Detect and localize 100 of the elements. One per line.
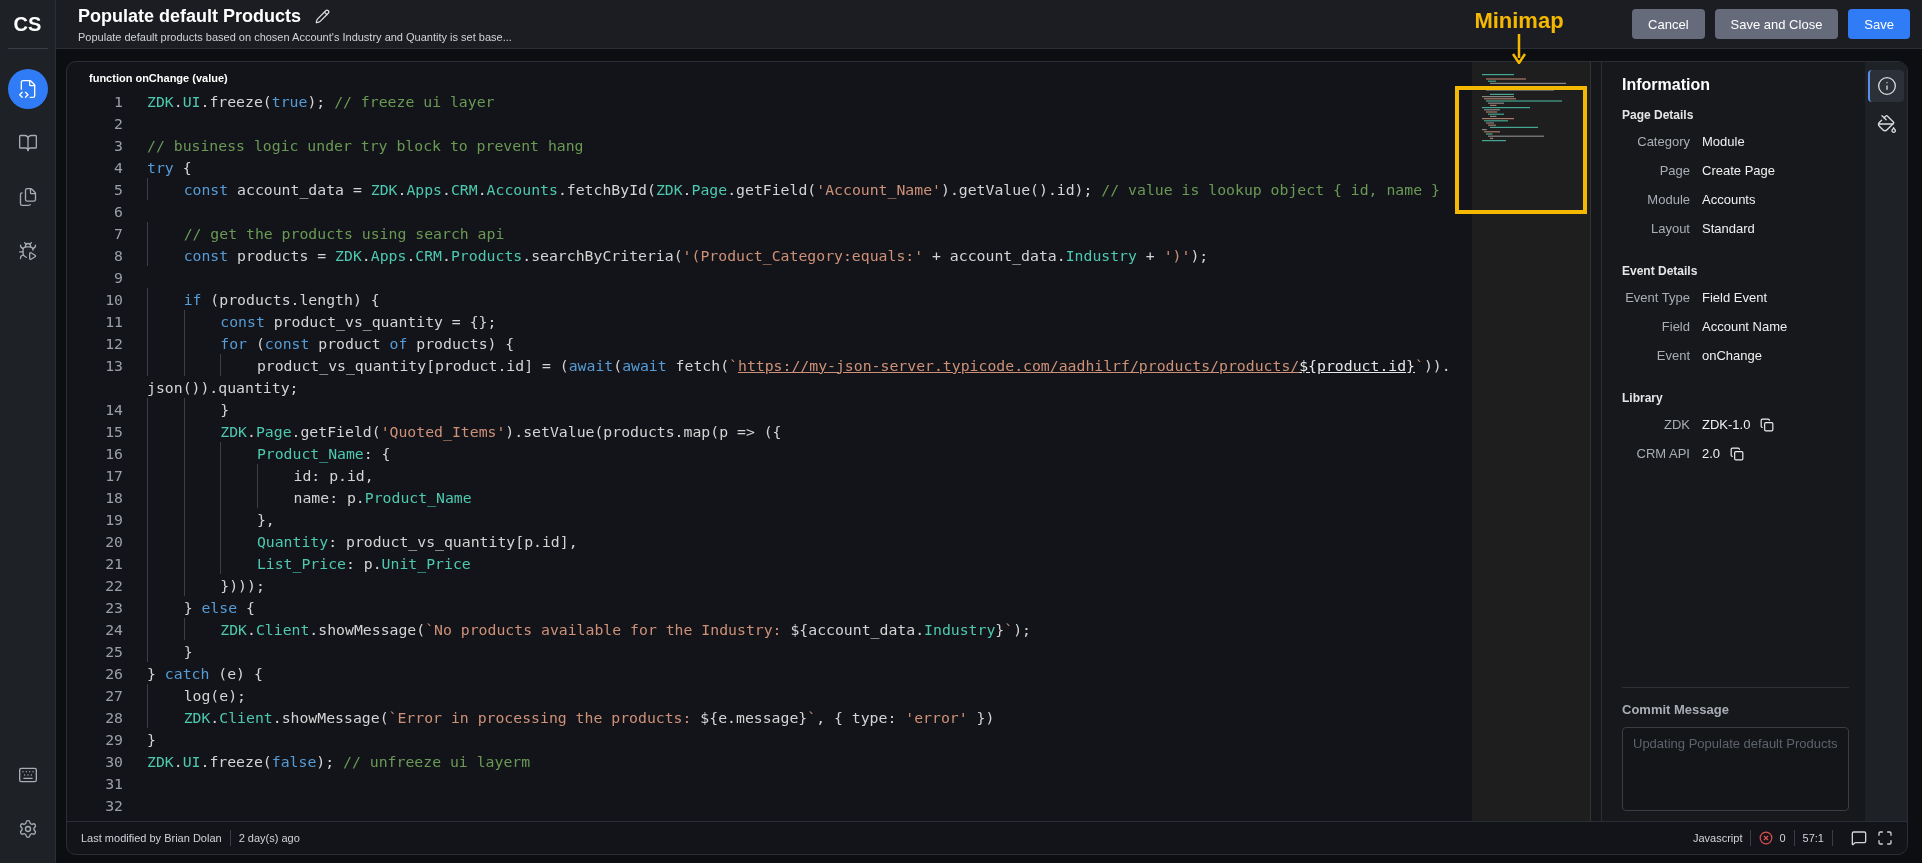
fullscreen-button[interactable]	[1877, 830, 1893, 846]
page-subtitle: Populate default products based on chosen Account's Industry and Quantity is set base...	[78, 30, 513, 43]
code-line: ZDK.Client.showMessage(`No products available for the Industry: ${account_data.Industry}`);	[147, 618, 1031, 640]
comment-icon	[1851, 830, 1867, 846]
app-logo[interactable]: CS	[7, 0, 48, 49]
code-line: } else {	[147, 596, 255, 618]
info-icon	[1877, 76, 1897, 96]
line-number: 9	[113, 268, 124, 286]
line-number: 14	[104, 400, 124, 418]
line-number: 23	[104, 598, 124, 616]
expand-icon	[1877, 830, 1893, 846]
cursor-position: 57:1	[1802, 832, 1824, 844]
code-line: id: p.id,	[147, 464, 374, 486]
detail-label: Layout	[1649, 221, 1690, 236]
error-count: 0	[1779, 832, 1786, 844]
code-line: const products = ZDK.Apps.CRM.Products.searchByCriteria('(Product_Category:equals:' + account_data.Industry + ')');	[147, 244, 1209, 266]
detail-value: onChange	[1702, 348, 1762, 363]
line-number: 19	[104, 510, 124, 528]
code-line: ZDK.Page.getField('Quoted_Items').setValue(products.map(p => ({	[147, 420, 782, 442]
line-number: 13	[104, 356, 124, 374]
code-line: }	[147, 398, 230, 420]
annotation-label: Minimap	[1474, 8, 1564, 34]
detail-label: CRM API	[1635, 446, 1690, 461]
settings-icon	[17, 819, 38, 839]
line-number: 25	[104, 642, 124, 660]
detail-value: Create Page	[1702, 163, 1775, 178]
copy-icon[interactable]	[1730, 446, 1745, 461]
code-line: for (const product of products) {	[147, 332, 515, 354]
code-line: ZDK.UI.freeze(true); // freeze ui layer	[147, 91, 495, 112]
book-icon	[17, 133, 38, 153]
detail-value: Account Name	[1702, 319, 1788, 334]
code-line: Product_Name: {	[147, 442, 391, 464]
line-number: 12	[104, 334, 124, 352]
commit-label: Commit Message	[1622, 702, 1729, 717]
panel-title: Information	[1622, 76, 1710, 94]
code-file-icon	[17, 79, 38, 99]
section-heading: Event Details	[1622, 264, 1698, 278]
copy-icon[interactable]	[1760, 417, 1775, 432]
error-icon	[1759, 831, 1774, 845]
line-number: 3	[113, 136, 124, 154]
secondary-button[interactable]: Save and Close	[1714, 9, 1839, 39]
code-line: // business logic under try block to prevent hang	[147, 135, 584, 156]
line-number: 8	[113, 246, 124, 264]
detail-label: ZDK	[1663, 417, 1690, 432]
line-number: 10	[104, 290, 124, 308]
function-signature: function onChange (value)	[88, 72, 228, 84]
detail-label: Page	[1658, 163, 1690, 178]
code-nav-button[interactable]	[7, 69, 48, 109]
line-number: 17	[104, 466, 124, 484]
code-line: ZDK.Client.showMessage(`Error in processing the products: ${e.message}`, { type: 'error' })	[147, 706, 995, 728]
code-line: ZDK.UI.freeze(false); // unfreeze ui layerm	[147, 751, 531, 772]
code-line: Quantity: product_vs_quantity[p.id],	[147, 530, 578, 552]
line-number: 27	[104, 686, 124, 704]
comment-button[interactable]	[1851, 830, 1867, 846]
language-label[interactable]: Javascript	[1692, 832, 1743, 844]
line-number: 24	[104, 620, 124, 638]
detail-value: Standard	[1702, 221, 1755, 236]
code-line: json()).quantity;	[147, 377, 299, 398]
line-number: 30	[104, 752, 124, 770]
info-tab[interactable]	[1868, 70, 1904, 102]
detail-value: Accounts	[1702, 192, 1756, 207]
detail-label: Module	[1646, 192, 1690, 207]
primary-button[interactable]: Save	[1848, 9, 1910, 39]
secondary-button[interactable]: Cancel	[1632, 9, 1705, 39]
line-number: 1	[113, 92, 124, 110]
section-heading: Page Details	[1622, 108, 1694, 122]
code-line: try {	[147, 157, 192, 178]
line-number: 11	[104, 312, 124, 330]
bug-play-icon	[17, 241, 38, 261]
line-number: 7	[113, 224, 124, 242]
line-number: 22	[104, 576, 124, 594]
line-number: 18	[104, 488, 124, 506]
commit-message-field[interactable]: Updating Populate default Products	[1622, 727, 1849, 811]
line-number: 32	[104, 796, 124, 814]
detail-value: ZDK-1.0	[1702, 417, 1751, 432]
line-number: 29	[104, 730, 124, 748]
pencil-icon[interactable]	[315, 8, 331, 24]
line-number: 2	[113, 114, 124, 132]
line-number: 4	[113, 158, 124, 176]
section-heading: Library	[1622, 391, 1663, 405]
detail-label: Category	[1636, 134, 1690, 149]
page-title: Populate default Products	[78, 5, 302, 27]
code-line: })));	[147, 574, 265, 596]
line-number: 21	[104, 554, 124, 572]
line-number: 15	[104, 422, 124, 440]
code-line: List_Price: p.Unit_Price	[147, 552, 471, 574]
modified-age-text: 2 day(s) ago	[238, 832, 300, 844]
code-line: name: p.Product_Name	[147, 486, 472, 508]
code-line: } catch (e) {	[147, 663, 263, 684]
code-line: },	[147, 508, 275, 530]
line-number: 20	[104, 532, 124, 550]
line-number: 6	[113, 202, 124, 220]
code-line: // get the products using search api	[147, 222, 505, 244]
line-number: 31	[104, 774, 124, 792]
documents-icon	[17, 187, 38, 207]
paint-bucket-icon	[1877, 114, 1897, 134]
minimap[interactable]	[1472, 62, 1591, 821]
keyboard-icon	[17, 765, 38, 785]
line-number: 5	[113, 180, 124, 198]
code-line: if (products.length) {	[147, 288, 380, 310]
